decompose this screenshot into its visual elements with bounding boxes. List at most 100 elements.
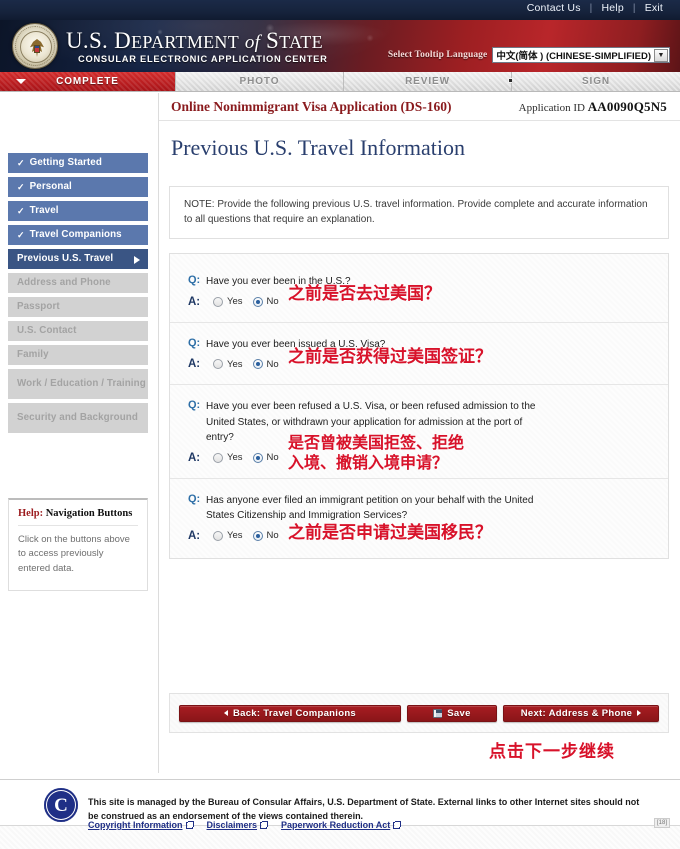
application-id-label: Application ID — [518, 101, 585, 114]
radio-yes[interactable]: Yes — [213, 296, 243, 307]
radio-yes-icon[interactable] — [213, 359, 223, 369]
help-panel: Help: Navigation Buttons Click on the bu… — [8, 498, 148, 591]
tab-photo[interactable]: PHOTO — [176, 72, 344, 91]
sidebar-item-label: Previous U.S. Travel — [17, 253, 114, 265]
radio-no-icon[interactable] — [252, 359, 263, 369]
footer-links: Copyright Information Disclaimers Paperw… — [88, 820, 402, 830]
radio-yes-label: Yes — [227, 530, 243, 541]
chevron-down-icon[interactable]: ▼ — [654, 48, 668, 62]
radio-yes-icon[interactable] — [213, 452, 223, 463]
footer-badge: [18] — [653, 818, 670, 828]
back-button[interactable]: Back: Travel Companions — [179, 704, 401, 722]
sidebar-item-personal[interactable]: ✓ Personal — [8, 177, 148, 197]
next-button-label: Next: Address & Phone — [520, 707, 633, 719]
sidebar-item-label: Personal — [29, 181, 72, 193]
caret-down-icon — [16, 79, 26, 84]
sidebar-item-address-and-phone[interactable]: Address and Phone — [8, 273, 148, 293]
sidebar-item-label: Travel Companions — [29, 229, 122, 241]
radio-yes-label: Yes — [227, 296, 243, 307]
sidebar-item-passport[interactable]: Passport — [8, 297, 148, 317]
sidebar-item-label: Security and Background — [17, 412, 138, 424]
radio-no-icon[interactable] — [252, 452, 263, 463]
question-row-issued-visa: Q: Have you ever been issued a U.S. Visa… — [170, 321, 668, 385]
help-divider — [18, 525, 138, 526]
copyright-information-link[interactable]: Copyright Information — [88, 820, 194, 830]
footer-disclaimer-text: This site is managed by the Bureau of Co… — [88, 797, 640, 821]
tooltip-language-control[interactable]: Select Tooltip Language 中文(简体 ) (CHINESE… — [388, 47, 670, 63]
sidebar-item-label: Work / Education / Training — [17, 378, 146, 390]
tooltip-language-select[interactable]: 中文(简体 ) (CHINESE-SIMPLIFIED) ▼ — [492, 47, 670, 63]
paperwork-reduction-act-label: Paperwork Reduction Act — [281, 820, 391, 830]
sidebar-item-security-and-background[interactable]: Security and Background — [8, 403, 148, 433]
sidebar-item-label: Travel — [29, 205, 59, 217]
radio-yes[interactable]: Yes — [213, 530, 243, 541]
us-department-of-state-seal-icon — [12, 23, 58, 69]
radio-no[interactable]: No — [252, 452, 279, 463]
sidebar-item-us-contact[interactable]: U.S. Contact — [8, 321, 148, 341]
questions-panel: Q: Have you ever been in the U.S.? A: Ye… — [169, 253, 669, 559]
page-root: Contact Us | Help | Exit U.S. DEPARTMENT… — [0, 0, 680, 849]
sidebar-item-travel-companions[interactable]: ✓ Travel Companions — [8, 225, 148, 245]
check-icon: ✓ — [17, 181, 25, 192]
consular-affairs-seal-icon: C — [44, 788, 78, 822]
save-button-label: Save — [447, 707, 471, 719]
radio-no-icon[interactable] — [252, 296, 263, 307]
application-header: Online Nonimmigrant Visa Application (DS… — [159, 93, 680, 121]
tab-complete[interactable]: COMPLETE — [0, 72, 176, 91]
tab-review[interactable]: REVIEW — [344, 72, 513, 91]
question-marker: Q: — [188, 492, 201, 505]
sidebar-item-getting-started[interactable]: ✓ Getting Started — [8, 153, 148, 173]
annotation-q4: 之前是否申请过美国移民？ — [288, 522, 492, 543]
disclaimers-link[interactable]: Disclaimers — [207, 820, 269, 830]
question-marker: Q: — [188, 274, 201, 286]
tooltip-language-value: 中文(简体 ) (CHINESE-SIMPLIFIED) — [496, 51, 651, 62]
sidebar-item-previous-us-travel[interactable]: Previous U.S. Travel — [8, 249, 148, 269]
dept-title-of: of — [244, 32, 261, 53]
note-box: NOTE: Provide the following previous U.S… — [169, 186, 669, 239]
chevron-right-icon — [134, 256, 140, 264]
radio-group[interactable]: Yes No — [206, 296, 279, 307]
radio-no[interactable]: No — [252, 530, 279, 541]
form-button-bar: Back: Travel Companions Save Next: Addre… — [169, 693, 669, 733]
sidebar: ✓ Getting Started ✓ Personal ✓ Travel ✓ … — [0, 93, 158, 773]
radio-yes[interactable]: Yes — [213, 359, 243, 370]
radio-no[interactable]: No — [252, 296, 279, 307]
sidebar-item-family[interactable]: Family — [8, 345, 148, 365]
radio-group[interactable]: Yes No — [206, 452, 279, 463]
application-id-value: AA0090Q5N5 — [587, 98, 667, 114]
tab-review-label: REVIEW — [405, 76, 450, 87]
radio-group[interactable]: Yes No — [206, 359, 279, 370]
paperwork-reduction-act-link[interactable]: Paperwork Reduction Act — [281, 820, 402, 830]
radio-no-icon[interactable] — [252, 530, 263, 541]
sidebar-item-travel[interactable]: ✓ Travel — [8, 201, 148, 221]
answer-marker: A: — [188, 451, 201, 464]
radio-yes[interactable]: Yes — [213, 452, 243, 463]
back-button-label: Back: Travel Companions — [232, 707, 357, 719]
question-marker: Q: — [188, 399, 201, 411]
question-line: Q: Has anyone ever filed an immigrant pe… — [188, 493, 650, 524]
help-link[interactable]: Help — [592, 2, 632, 14]
annotation-next-button: 点击下一步继续 — [489, 742, 615, 762]
radio-yes-icon[interactable] — [213, 530, 223, 541]
external-link-icon — [260, 820, 269, 829]
consular-seal-letter: C — [54, 794, 68, 816]
check-icon: ✓ — [17, 157, 25, 168]
utility-links: Contact Us | Help | Exit — [518, 2, 672, 14]
exit-link[interactable]: Exit — [636, 2, 672, 14]
copyright-information-label: Copyright Information — [88, 820, 183, 830]
radio-no[interactable]: No — [252, 359, 279, 370]
page-title: Previous U.S. Travel Information — [171, 135, 465, 160]
contact-us-link[interactable]: Contact Us — [518, 2, 590, 14]
sidebar-item-work-education-training[interactable]: Work / Education / Training — [8, 369, 148, 399]
question-row-been-in-us: Q: Have you ever been in the U.S.? A: Ye… — [170, 260, 668, 322]
sidebar-item-label: Family — [17, 349, 49, 361]
annotation-q2: 之前是否获得过美国签证？ — [288, 346, 492, 367]
chevron-right-icon — [637, 710, 642, 716]
tab-sign-label: SIGN — [581, 76, 611, 87]
next-button[interactable]: Next: Address & Phone — [503, 704, 659, 722]
stage-tabs: COMPLETE PHOTO REVIEW SIGN — [0, 72, 680, 92]
radio-group[interactable]: Yes No — [206, 530, 279, 541]
tab-sign[interactable]: SIGN — [512, 72, 680, 91]
save-button[interactable]: Save — [407, 704, 497, 722]
radio-yes-icon[interactable] — [213, 296, 223, 307]
